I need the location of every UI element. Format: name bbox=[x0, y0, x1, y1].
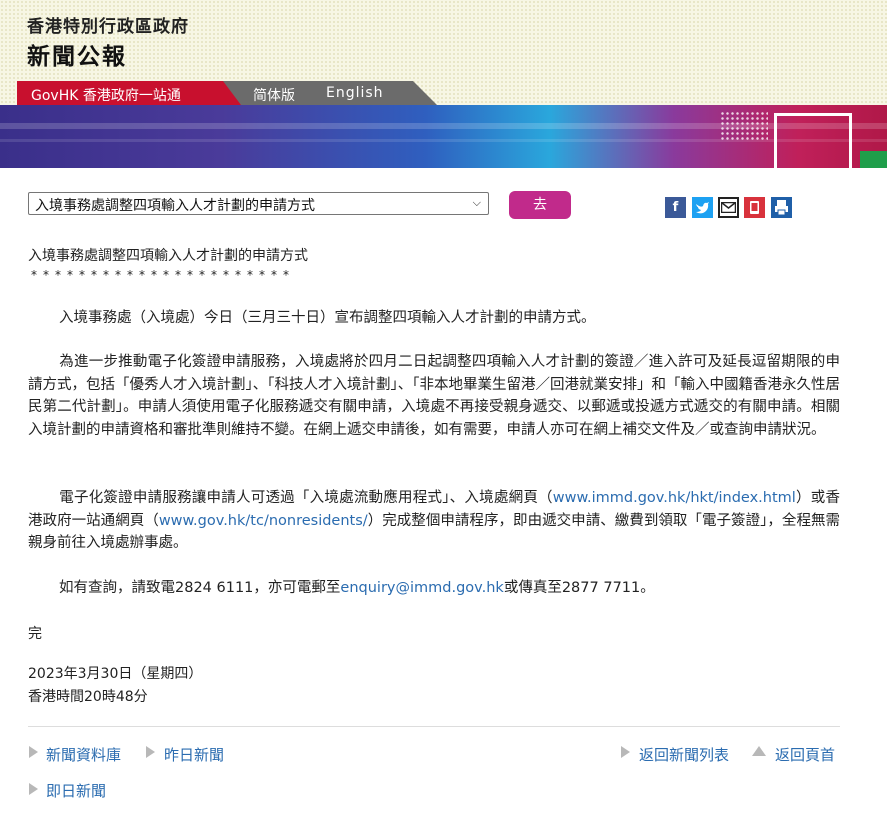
arrow-right-icon bbox=[29, 746, 38, 758]
article-paragraph: 如有查詢，請致電2824 6111，亦可電郵至enquiry@immd.gov.… bbox=[59, 580, 655, 596]
today-news-link[interactable]: 即日新聞 bbox=[46, 780, 106, 801]
release-time: 香港時間20時48分 bbox=[28, 689, 148, 705]
banner-green-block bbox=[860, 151, 887, 168]
mobile-icon[interactable] bbox=[744, 197, 765, 218]
government-name: 香港特別行政區政府 bbox=[27, 17, 189, 37]
govhk-link[interactable]: GovHK 香港政府一站通 bbox=[31, 85, 181, 105]
press-release-select[interactable]: 入境事務處調整四項輸入人才計劃的申請方式 ⌵ bbox=[28, 192, 489, 215]
twitter-icon[interactable] bbox=[692, 197, 713, 218]
article-title: 入境事務處調整四項輸入人才計劃的申請方式 bbox=[28, 248, 308, 264]
decorative-banner bbox=[0, 105, 887, 168]
divider bbox=[28, 726, 840, 727]
article-paragraph: 電子化簽證申請服務讓申請人可透過「入境處流動應用程式」、入境處網頁（www.im… bbox=[28, 490, 841, 551]
email-icon[interactable] bbox=[718, 197, 739, 218]
print-icon[interactable] bbox=[771, 197, 792, 218]
chevron-down-icon: ⌵ bbox=[472, 196, 481, 209]
yesterday-news-link[interactable]: 昨日新聞 bbox=[164, 744, 224, 765]
arrow-up-icon bbox=[752, 746, 766, 756]
immd-website-link[interactable]: www.immd.gov.hk/hkt/index.html bbox=[553, 490, 796, 506]
select-value: 入境事務處調整四項輸入人才計劃的申請方式 bbox=[35, 198, 315, 214]
govhk-nonresidents-link[interactable]: www.gov.hk/tc/nonresidents/ bbox=[159, 513, 368, 529]
article-paragraph: 入境事務處（入境處）今日（三月三十日）宣布調整四項輸入人才計劃的申請方式。 bbox=[59, 310, 596, 326]
arrow-right-icon bbox=[621, 746, 630, 758]
news-archive-link[interactable]: 新聞資料庫 bbox=[46, 744, 121, 765]
english-link[interactable]: English bbox=[326, 85, 384, 101]
end-mark: 完 bbox=[28, 626, 42, 642]
language-bar: GovHK 香港政府一站通 简体版 English bbox=[0, 81, 887, 105]
article-paragraph: 為進一步推動電子化簽證申請服務，入境處將於四月二日起調整四項輸入人才計劃的簽證／… bbox=[28, 354, 840, 438]
go-button[interactable]: 去 bbox=[509, 191, 571, 219]
arrow-right-icon bbox=[29, 783, 38, 795]
facebook-icon[interactable]: f bbox=[665, 197, 686, 218]
site-title[interactable]: 新聞公報 bbox=[27, 37, 127, 71]
back-to-list-link[interactable]: 返回新聞列表 bbox=[639, 744, 729, 765]
banner-frame bbox=[774, 113, 852, 168]
arrow-right-icon bbox=[146, 746, 155, 758]
release-date: 2023年3月30日（星期四） bbox=[28, 666, 203, 682]
banner-sparkle bbox=[720, 111, 768, 141]
back-to-top-link[interactable]: 返回頁首 bbox=[775, 744, 835, 765]
enquiry-email-link[interactable]: enquiry@immd.gov.hk bbox=[340, 580, 503, 596]
title-underline-stars: ********************** bbox=[31, 268, 295, 282]
simplified-chinese-link[interactable]: 简体版 bbox=[253, 85, 295, 105]
